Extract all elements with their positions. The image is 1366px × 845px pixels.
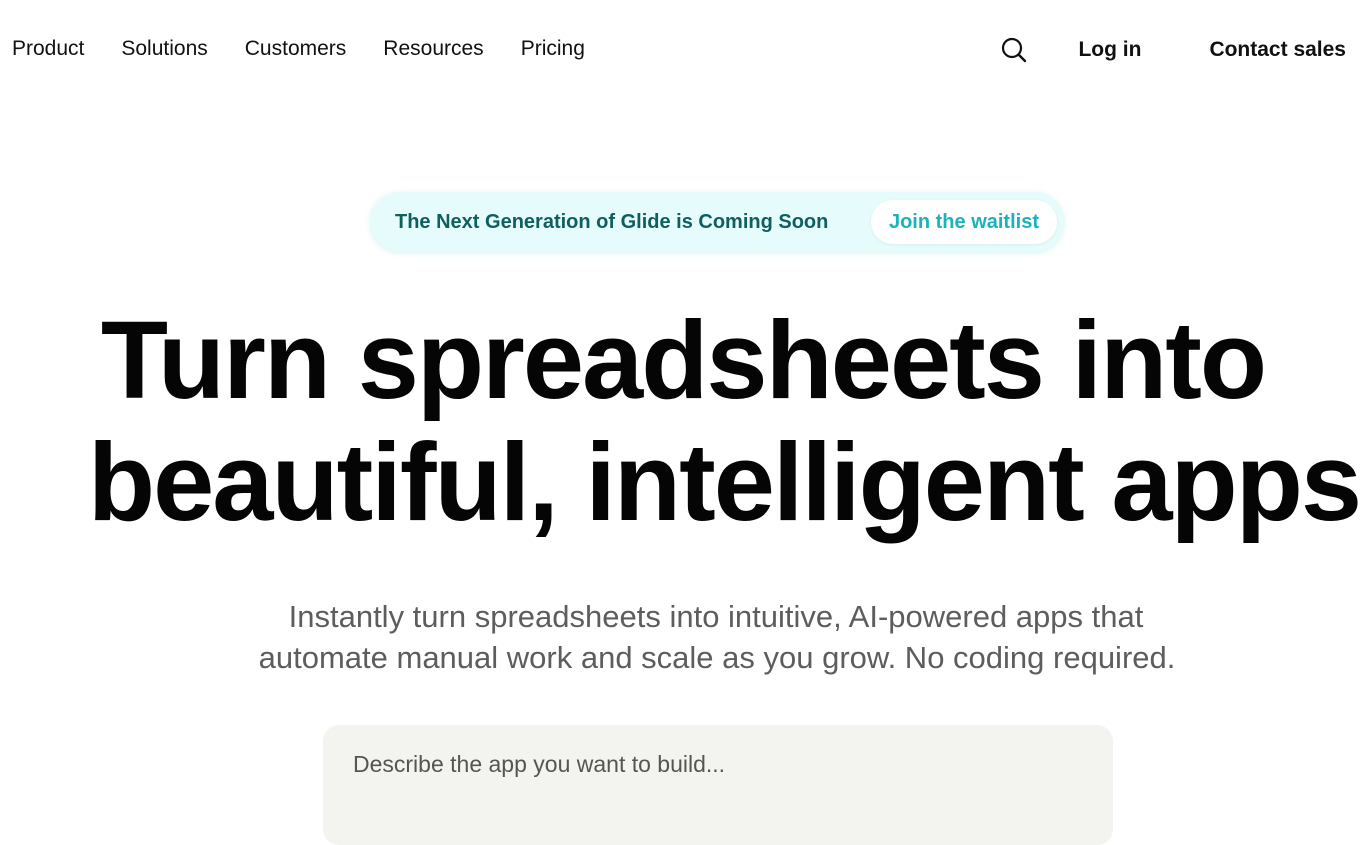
nav-actions: Log in Contact sales xyxy=(994,30,1346,70)
hero-subtitle: Instantly turn spreadsheets into intuiti… xyxy=(0,596,1366,678)
nav-item-pricing[interactable]: Pricing xyxy=(521,34,585,64)
announcement-text: The Next Generation of Glide is Coming S… xyxy=(395,210,829,233)
join-waitlist-button[interactable]: Join the waitlist xyxy=(870,200,1057,244)
search-button[interactable] xyxy=(994,30,1034,70)
nav-item-product[interactable]: Product xyxy=(12,34,84,64)
search-icon xyxy=(1002,37,1027,63)
primary-nav: Product Solutions Customers Resources Pr… xyxy=(12,34,585,64)
app-prompt-card xyxy=(323,725,1113,845)
hero-title-line-2: beautiful, intelligent apps xyxy=(87,421,1362,544)
hero-title: Turn spreadsheets into beautiful, intell… xyxy=(0,300,1366,544)
announcement-banner: The Next Generation of Glide is Coming S… xyxy=(370,192,1064,252)
hero-title-line-1: Turn spreadsheets into xyxy=(100,299,1267,422)
nav-item-solutions[interactable]: Solutions xyxy=(121,34,207,64)
hero-subtitle-line-1: Instantly turn spreadsheets into intuiti… xyxy=(288,599,1144,634)
nav-item-resources[interactable]: Resources xyxy=(383,34,483,64)
nav-item-customers[interactable]: Customers xyxy=(245,34,347,64)
contact-sales-link[interactable]: Contact sales xyxy=(1209,30,1346,70)
top-navigation: Product Solutions Customers Resources Pr… xyxy=(0,0,1366,100)
app-description-input[interactable] xyxy=(353,747,1073,781)
hero-subtitle-line-2: automate manual work and scale as you gr… xyxy=(258,640,1176,675)
login-link[interactable]: Log in xyxy=(1078,30,1141,70)
